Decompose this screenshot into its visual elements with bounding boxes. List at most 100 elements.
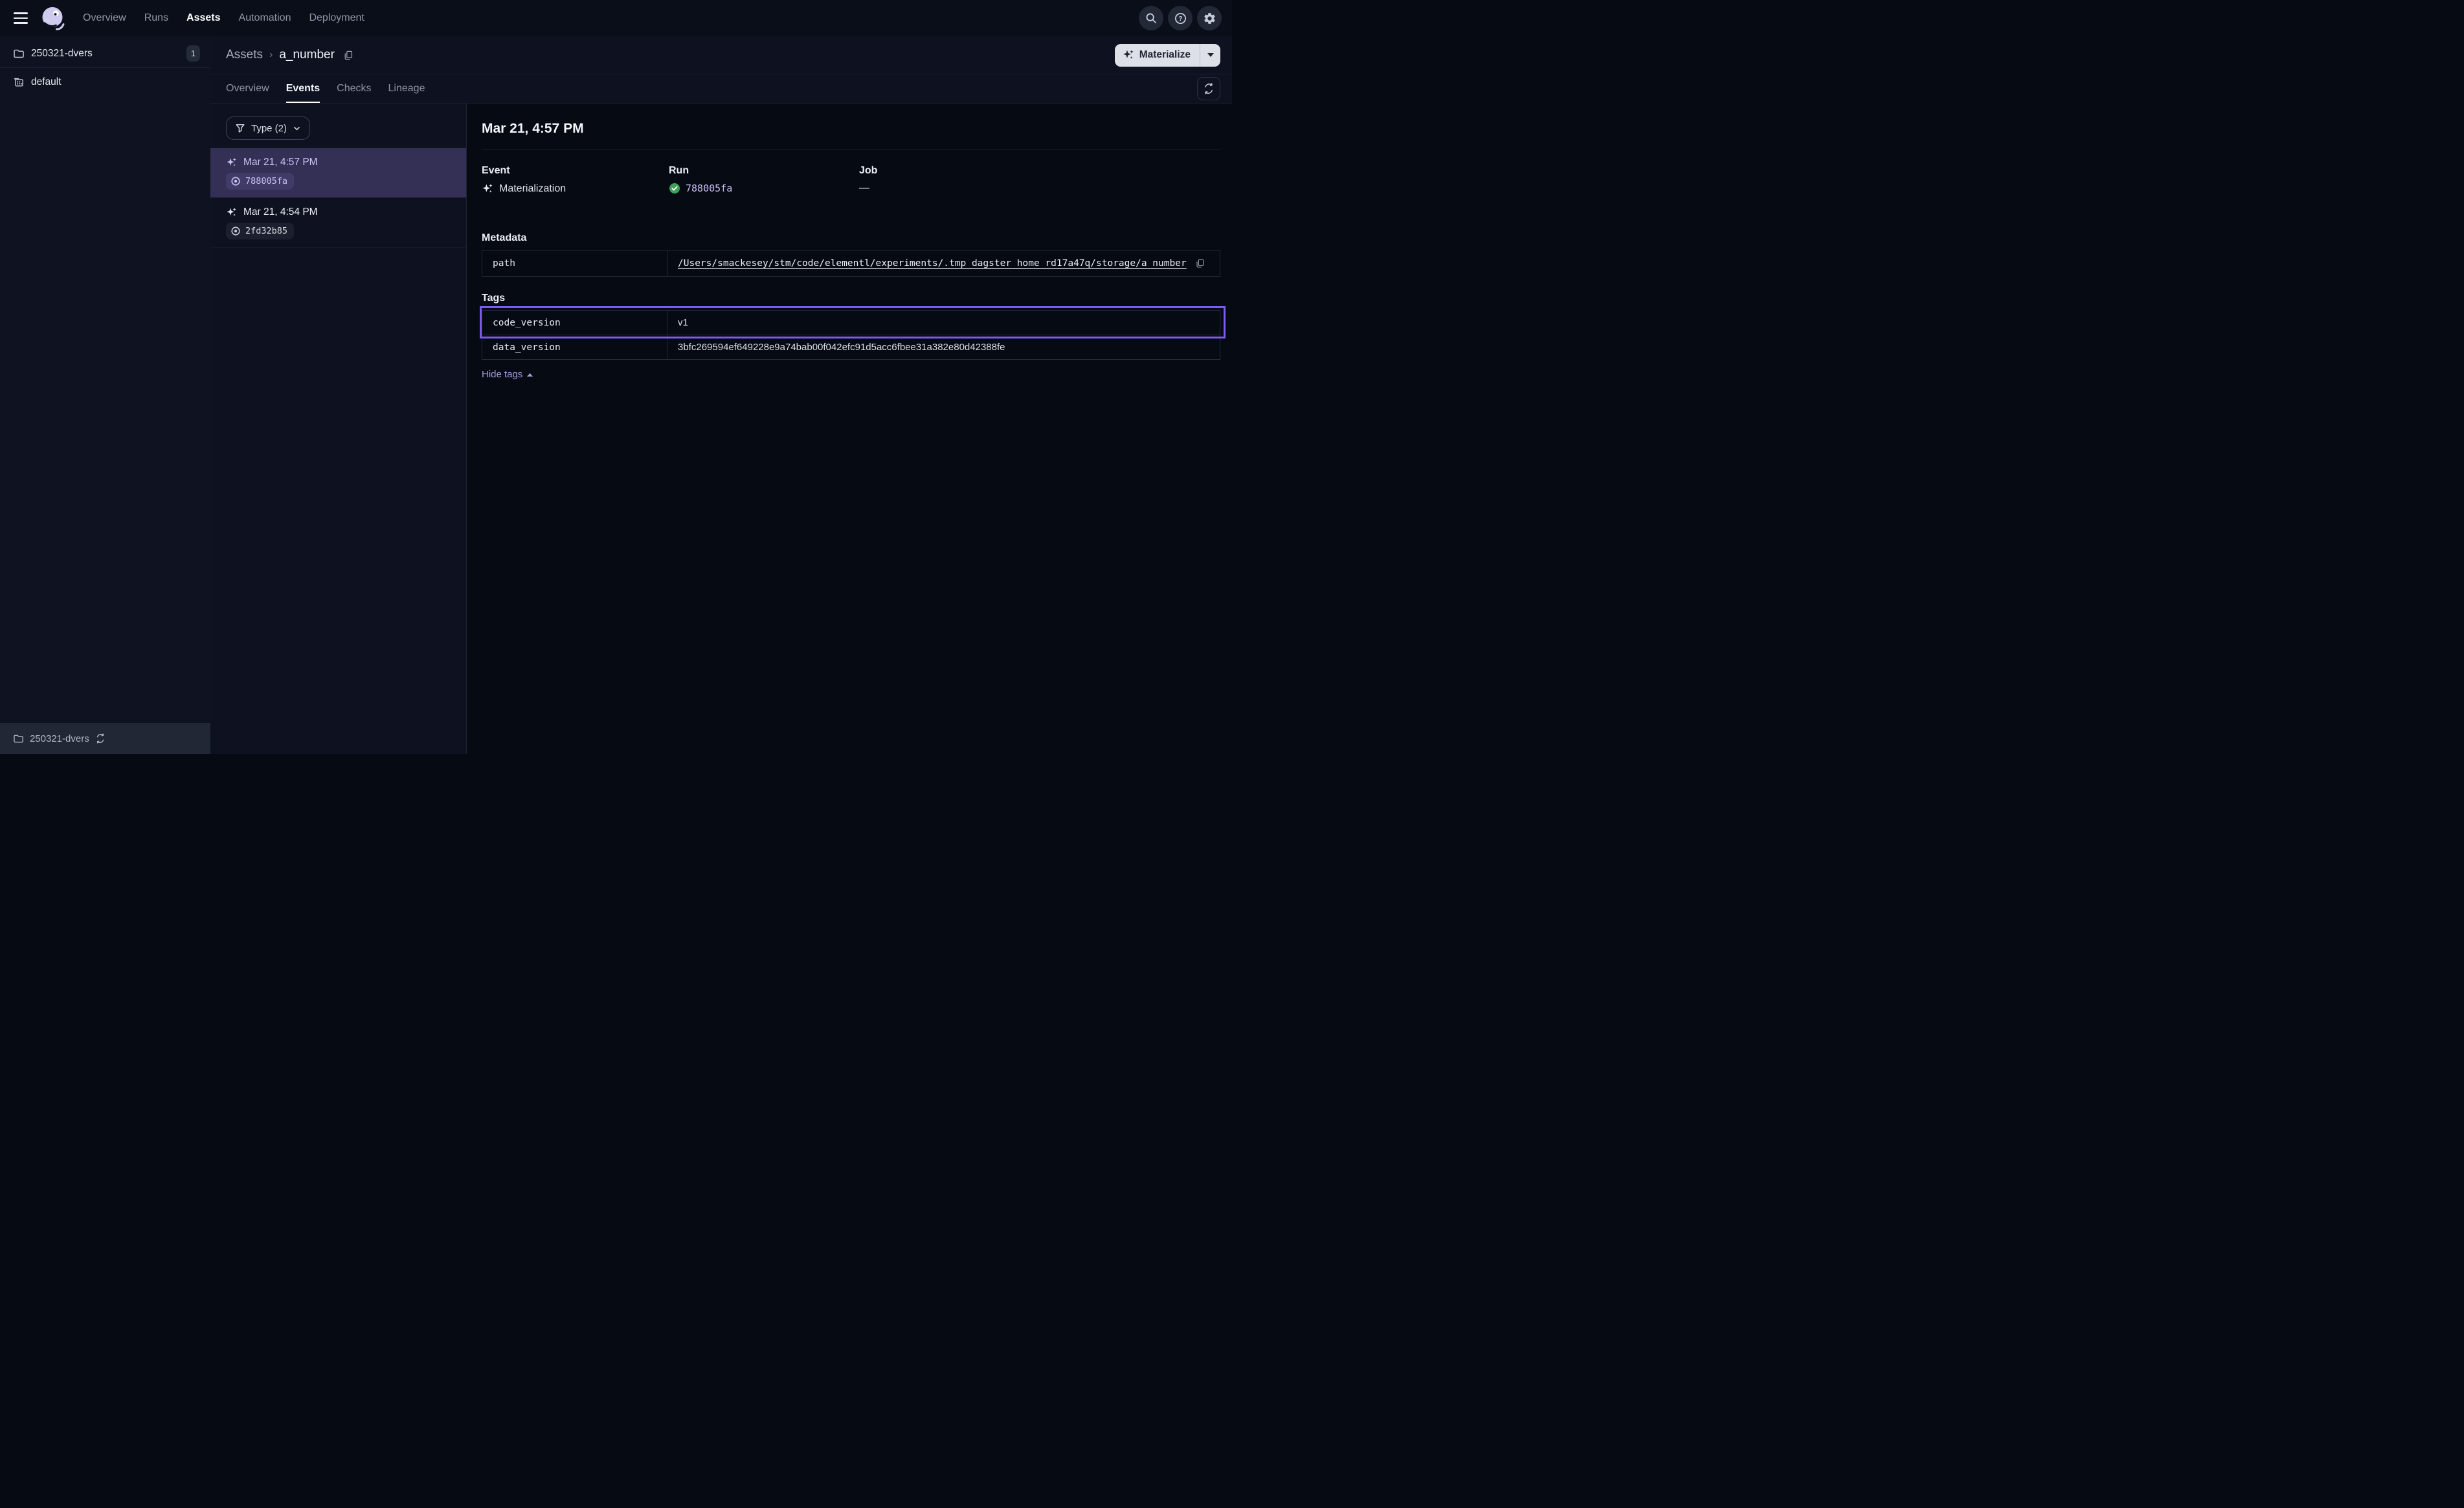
dagster-logo-icon[interactable]: [40, 5, 66, 31]
search-icon: [1145, 12, 1158, 25]
main-nav: Overview Runs Assets Automation Deployme…: [83, 12, 364, 24]
refresh-icon: [1203, 83, 1215, 94]
nav-overview[interactable]: Overview: [83, 12, 126, 24]
tab-lineage[interactable]: Lineage: [388, 74, 425, 103]
type-filter-button[interactable]: Type (2): [226, 116, 310, 140]
refresh-button[interactable]: [1197, 77, 1220, 100]
table-row-code-version: code_version v1: [482, 311, 1220, 335]
tab-overview[interactable]: Overview: [226, 74, 269, 103]
sparkle-icon: [1123, 49, 1134, 61]
materialize-button[interactable]: Materialize: [1115, 44, 1200, 67]
asset-group-icon: [13, 76, 25, 88]
gear-icon: [1203, 12, 1216, 25]
materialize-split-button: Materialize: [1115, 44, 1220, 67]
event-list-item[interactable]: Mar 21, 4:57 PM 788005fa: [210, 148, 466, 198]
run-success-check-icon: [669, 183, 680, 194]
page-title: a_number: [279, 48, 335, 62]
copy-icon: [1194, 258, 1205, 269]
sidebar-group-label: 250321-dvers: [31, 48, 180, 60]
metadata-section: Metadata path /Users/smackesey/stm/code/…: [482, 232, 1220, 277]
search-button[interactable]: [1139, 6, 1163, 30]
event-detail-title: Mar 21, 4:57 PM: [482, 121, 1220, 137]
event-list-item[interactable]: Mar 21, 4:54 PM 2fd32b85: [210, 198, 466, 248]
copy-asset-name-button[interactable]: [341, 49, 355, 62]
metadata-heading: Metadata: [482, 232, 1220, 244]
asset-groups-sidebar: 250321-dvers 1 default: [0, 36, 210, 754]
table-row-data-version: data_version 3bfc269594ef649228e9a74bab0…: [482, 335, 1220, 359]
materialization-sparkle-icon: [226, 157, 238, 168]
hide-tags-link[interactable]: Hide tags: [482, 369, 533, 380]
breadcrumb: Assets › a_number: [226, 48, 355, 62]
type-filter-label: Type (2): [251, 123, 287, 134]
job-value: —: [859, 183, 869, 194]
run-id-link[interactable]: 788005fa: [686, 183, 732, 194]
dagster-app: Overview Runs Assets Automation Deployme…: [0, 0, 1232, 754]
copy-icon: [342, 50, 353, 61]
event-info-row: Event Materialization: [482, 165, 1220, 195]
materialization-sparkle-icon: [482, 183, 494, 195]
divider: [482, 149, 1220, 150]
folder-icon: [13, 733, 24, 744]
asset-tabs: Overview Events Checks Lineage: [226, 74, 425, 103]
materialize-dropdown-button[interactable]: [1200, 44, 1220, 67]
tags-heading: Tags: [482, 293, 1220, 304]
breadcrumb-assets-link[interactable]: Assets: [226, 48, 263, 62]
run-column-label: Run: [669, 165, 859, 177]
footer-code-location-label: 250321-dvers: [30, 733, 89, 744]
hamburger-menu-button[interactable]: [9, 6, 32, 30]
hide-tags-label: Hide tags: [482, 369, 522, 380]
run-id-chip: 788005fa: [226, 173, 294, 190]
top-nav-bar: Overview Runs Assets Automation Deployme…: [0, 0, 1232, 36]
run-id-chip: 2fd32b85: [226, 223, 294, 239]
run-target-icon: [230, 176, 241, 186]
events-list-panel: Type (2): [210, 104, 467, 754]
tag-value: v1: [678, 317, 688, 328]
sync-icon: [95, 733, 106, 744]
chevron-down-icon: [293, 124, 301, 133]
run-id-text: 2fd32b85: [245, 226, 287, 236]
main-content: Assets › a_number: [210, 36, 1232, 754]
asset-page-header: Assets › a_number: [210, 36, 1232, 74]
nav-assets[interactable]: Assets: [186, 12, 220, 24]
sidebar-item-group[interactable]: 250321-dvers 1: [0, 39, 210, 68]
sidebar-footer-code-location[interactable]: 250321-dvers: [0, 723, 210, 754]
metadata-key: path: [482, 250, 667, 276]
materialize-label: Materialize: [1139, 49, 1191, 61]
breadcrumb-separator: ›: [269, 49, 273, 61]
event-timestamp: Mar 21, 4:57 PM: [243, 157, 318, 168]
run-id-text: 788005fa: [245, 176, 287, 186]
folder-icon: [13, 48, 25, 60]
event-column-label: Event: [482, 165, 669, 177]
tag-key: data_version: [482, 335, 667, 359]
asset-count-badge: 1: [186, 45, 200, 61]
tag-key: code_version: [482, 311, 667, 335]
run-target-icon: [230, 226, 241, 236]
metadata-path-link[interactable]: /Users/smackesey/stm/code/elementl/exper…: [678, 258, 1187, 269]
event-detail-panel: Mar 21, 4:57 PM Event: [467, 104, 1232, 754]
nav-runs[interactable]: Runs: [144, 12, 168, 24]
tag-value: 3bfc269594ef649228e9a74bab00f042efc91d5a…: [678, 342, 1005, 353]
table-row: path /Users/smackesey/stm/code/elementl/…: [482, 250, 1220, 276]
tab-checks[interactable]: Checks: [337, 74, 371, 103]
nav-deployment[interactable]: Deployment: [309, 12, 364, 24]
job-column-label: Job: [859, 165, 877, 177]
tags-table: code_version v1 data_version 3bfc269594e…: [482, 310, 1220, 360]
sidebar-item-default[interactable]: default: [0, 68, 210, 96]
help-icon: ?: [1174, 12, 1187, 25]
svg-text:?: ?: [1178, 15, 1182, 23]
event-timestamp: Mar 21, 4:54 PM: [243, 206, 318, 218]
copy-path-button[interactable]: [1193, 257, 1206, 270]
help-button[interactable]: ?: [1168, 6, 1193, 30]
tab-events[interactable]: Events: [286, 74, 320, 103]
filter-funnel-icon: [235, 123, 245, 133]
event-type-value: Materialization: [499, 183, 566, 195]
chevron-up-icon: [526, 372, 533, 377]
sidebar-default-label: default: [31, 76, 200, 88]
materialization-sparkle-icon: [226, 206, 238, 218]
settings-button[interactable]: [1197, 6, 1222, 30]
caret-down-icon: [1207, 53, 1214, 57]
nav-automation[interactable]: Automation: [239, 12, 291, 24]
metadata-table: path /Users/smackesey/stm/code/elementl/…: [482, 250, 1220, 277]
asset-tabs-row: Overview Events Checks Lineage: [210, 74, 1232, 104]
tags-section: Tags code_version v1 data_version 3bfc26…: [482, 293, 1220, 381]
